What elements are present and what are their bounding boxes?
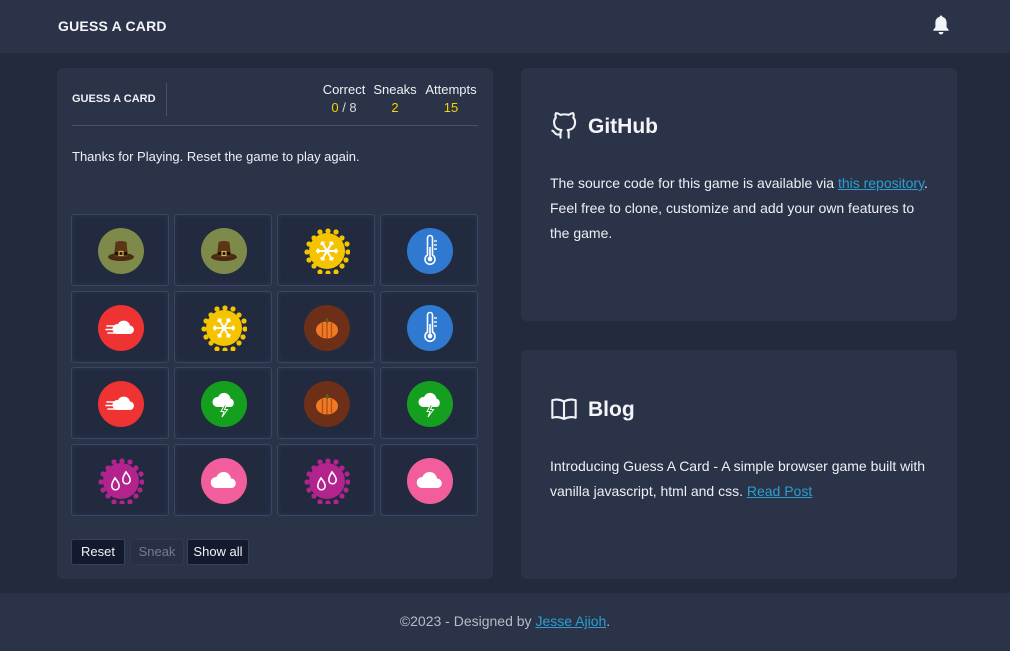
blog-text: Introducing Guess A Card - A simple brow… (550, 458, 926, 499)
footer-suffix: . (606, 613, 611, 629)
footer-copyright: ©2023 - Designed by (399, 613, 536, 629)
attempts-value: 15 (443, 100, 459, 115)
pumpkin-icon (304, 381, 350, 427)
blog-card: Blog Introducing Guess A Card - A simple… (521, 350, 957, 579)
correct-label: Correct (322, 82, 366, 97)
game-card[interactable] (380, 444, 478, 516)
attempts-label: Attempts (425, 82, 477, 97)
game-card[interactable] (277, 214, 375, 286)
cloud-icon (201, 458, 247, 504)
correct-stat: Correct 0 / 8 (320, 82, 368, 115)
correct-total: 8 (349, 100, 357, 115)
cloud-icon (407, 458, 453, 504)
raindrops-icon (98, 458, 144, 504)
game-message: Thanks for Playing. Reset the game to pl… (72, 149, 360, 164)
footer-text: ©2023 - Designed by Jesse Ajioh. (0, 613, 1010, 629)
github-card: GitHub The source code for this game is … (521, 68, 957, 321)
game-card[interactable] (174, 214, 272, 286)
reset-button[interactable]: Reset (71, 539, 125, 565)
correct-value: 0 / 8 (320, 100, 368, 115)
author-link[interactable]: Jesse Ajioh (535, 613, 606, 629)
read-post-link[interactable]: Read Post (747, 483, 812, 499)
game-card[interactable] (277, 367, 375, 439)
snowflake-icon (201, 305, 247, 351)
wind-cloud-icon (98, 381, 144, 427)
sneak-button[interactable]: Sneak (130, 539, 184, 565)
storm-cloud-icon (407, 381, 453, 427)
pumpkin-icon (304, 305, 350, 351)
storm-cloud-icon (201, 381, 247, 427)
title-divider (166, 83, 167, 116)
repository-link[interactable]: this repository (838, 175, 924, 191)
game-card[interactable] (71, 214, 169, 286)
sneaks-stat: Sneaks 2 (371, 82, 419, 115)
github-title: GitHub (588, 115, 658, 138)
header-divider (72, 125, 478, 126)
show-all-button[interactable]: Show all (187, 539, 249, 565)
sneaks-value: 2 (391, 100, 399, 115)
game-card[interactable] (380, 367, 478, 439)
game-card[interactable] (71, 444, 169, 516)
thermometer-icon (407, 305, 453, 351)
pilgrim-hat-icon (98, 228, 144, 274)
game-card[interactable] (380, 291, 478, 363)
pilgrim-hat-icon (201, 228, 247, 274)
blog-description: Introducing Guess A Card - A simple brow… (550, 454, 930, 504)
game-card[interactable] (277, 444, 375, 516)
game-card[interactable] (380, 214, 478, 286)
github-icon (551, 112, 577, 139)
sneaks-label: Sneaks (373, 82, 417, 97)
snowflake-icon (304, 228, 350, 274)
raindrops-icon (304, 458, 350, 504)
open-book-icon (551, 398, 577, 420)
game-card[interactable] (174, 444, 272, 516)
app-brand[interactable]: GUESS A CARD (58, 18, 167, 34)
correct-total-separator: / (338, 100, 350, 115)
wind-cloud-icon (98, 305, 144, 351)
game-card[interactable] (174, 291, 272, 363)
game-card[interactable] (277, 291, 375, 363)
github-description: The source code for this game is availab… (550, 171, 930, 246)
github-text-before: The source code for this game is availab… (550, 175, 838, 191)
attempts-stat: Attempts 15 (422, 82, 480, 115)
bell-icon[interactable] (931, 14, 951, 36)
footer: ©2023 - Designed by Jesse Ajioh. (0, 593, 1010, 651)
game-card[interactable] (71, 291, 169, 363)
thermometer-icon (407, 228, 453, 274)
game-card[interactable] (174, 367, 272, 439)
top-navbar: GUESS A CARD (0, 0, 1010, 53)
game-panel: GUESS A CARD Correct 0 / 8 Sneaks 2 Atte… (57, 68, 493, 579)
game-card[interactable] (71, 367, 169, 439)
correct-count: 0 (331, 100, 339, 115)
game-title: GUESS A CARD (72, 93, 156, 105)
blog-title: Blog (588, 398, 635, 421)
